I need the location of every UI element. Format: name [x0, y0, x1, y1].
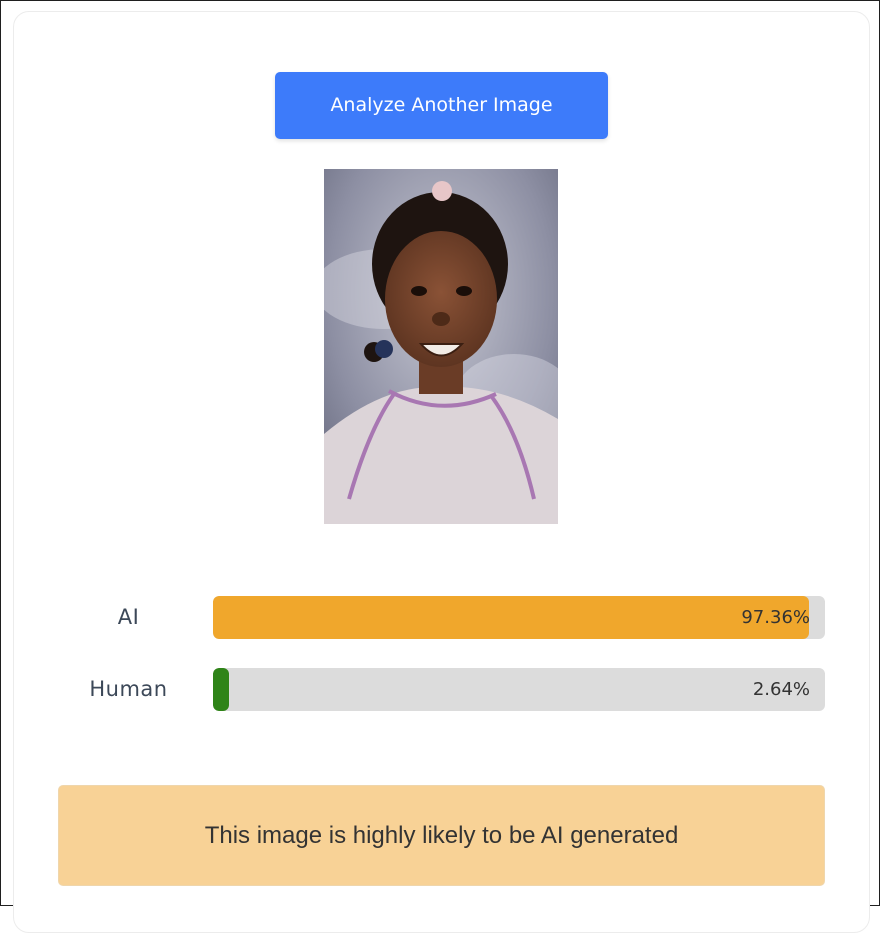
human-label: Human: [89, 677, 168, 701]
verdict-banner: This image is highly likely to be AI gen…: [58, 785, 825, 886]
ai-progress-bar: 97.36%: [213, 596, 825, 639]
human-progress-bar: 2.64%: [213, 668, 825, 711]
human-progress-fill: [213, 668, 230, 711]
verdict-text: This image is highly likely to be AI gen…: [204, 822, 679, 849]
portrait-photo: [324, 169, 558, 524]
page-frame: Analyze Another Image AI 97.36% Human 2.…: [0, 0, 880, 933]
result-row-ai: AI 97.36%: [61, 596, 826, 639]
uploaded-image: [324, 169, 558, 524]
human-percentage: 2.64%: [752, 679, 810, 700]
analyze-another-image-button[interactable]: Analyze Another Image: [275, 72, 608, 139]
ai-percentage: 97.36%: [741, 607, 810, 628]
result-row-human: Human 2.64%: [61, 668, 826, 711]
ai-label: AI: [117, 605, 140, 629]
ai-progress-fill: [213, 596, 809, 639]
